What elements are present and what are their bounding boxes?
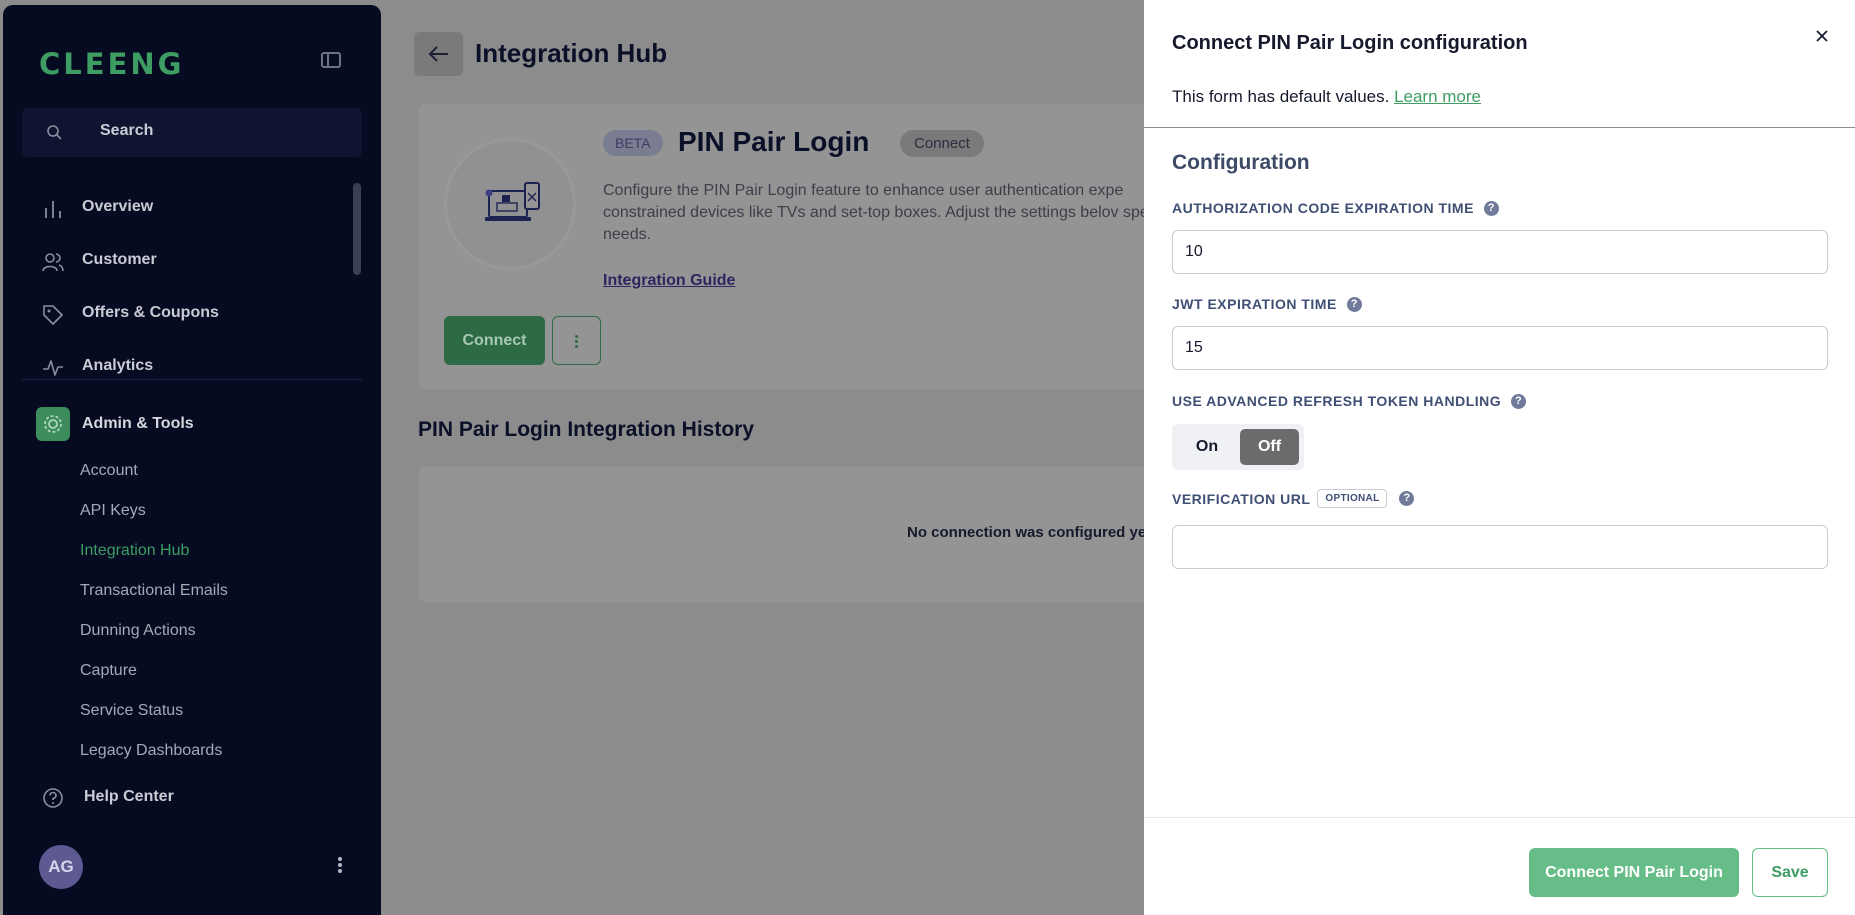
history-empty-message: No connection was configured ye <box>907 524 1147 541</box>
sidebar-subitem-integration-hub[interactable]: Integration Hub <box>80 542 189 560</box>
sidebar-item-label: Overview <box>82 198 154 215</box>
more-options-button[interactable] <box>552 316 601 365</box>
panel-subtitle-text: This form has default values. <box>1172 87 1390 106</box>
config-panel: Connect PIN Pair Login configuration Thi… <box>1144 0 1855 915</box>
sidebar-item-offers-coupons[interactable]: Offers & Coupons <box>22 292 362 336</box>
panel-footer: Connect PIN Pair Login Save <box>1144 817 1855 915</box>
history-title: PIN Pair Login Integration History <box>418 418 755 441</box>
sidebar-item-label: Analytics <box>82 357 154 374</box>
sidebar-subitem-api-keys[interactable]: API Keys <box>80 502 146 520</box>
sidebar-item-customer[interactable]: Customer <box>22 239 362 283</box>
auth-code-expiration-input[interactable] <box>1172 230 1828 274</box>
arrow-left-icon <box>428 46 448 62</box>
integration-logo <box>444 138 576 270</box>
sidebar-search[interactable]: Search <box>22 108 362 157</box>
sidebar: CLEENG Search Overview Customer Offers &… <box>3 5 381 915</box>
status-badge: Connect <box>900 130 984 157</box>
verification-url-input[interactable] <box>1172 525 1828 569</box>
sidebar-item-label: Offers & Coupons <box>82 304 219 321</box>
toggle-on-option[interactable]: On <box>1178 429 1236 465</box>
page-title: Integration Hub <box>475 38 668 68</box>
sidebar-item-admin-tools[interactable]: Admin & Tools <box>36 403 356 447</box>
tag-icon <box>43 305 63 325</box>
sidebar-subitem-service-status[interactable]: Service Status <box>80 702 183 720</box>
optional-tag: OPTIONAL <box>1317 489 1388 508</box>
auth-code-label: AUTHORIZATION CODE EXPIRATION TIME ? <box>1172 200 1499 216</box>
activity-icon <box>43 360 63 376</box>
sidebar-subitem-capture[interactable]: Capture <box>80 662 137 680</box>
refresh-token-toggle: On Off <box>1172 424 1304 470</box>
device-pairing-icon <box>485 182 540 221</box>
users-icon <box>42 253 64 272</box>
search-icon <box>47 125 62 140</box>
user-menu-kebab-icon[interactable] <box>336 855 344 879</box>
panel-title: Connect PIN Pair Login configuration <box>1172 32 1528 54</box>
verification-url-label: VERIFICATION URL OPTIONAL ? <box>1172 489 1415 508</box>
section-title: Configuration <box>1172 151 1310 174</box>
back-button[interactable] <box>414 32 463 76</box>
help-circle-icon <box>43 788 63 808</box>
sidebar-subitem-transactional-emails[interactable]: Transactional Emails <box>80 582 228 600</box>
help-icon[interactable]: ? <box>1346 296 1362 312</box>
sidebar-item-label: Customer <box>82 251 157 268</box>
sidebar-item-help-center[interactable]: Help Center <box>42 783 342 813</box>
help-icon[interactable]: ? <box>1399 491 1415 506</box>
sidebar-item-overview[interactable]: Overview <box>22 186 362 230</box>
cleeng-logo: CLEENG <box>39 47 185 81</box>
sidebar-subitem-legacy-dashboards[interactable]: Legacy Dashboards <box>80 742 222 760</box>
jwt-expiration-input[interactable] <box>1172 326 1828 370</box>
beta-badge: BETA <box>603 130 663 156</box>
toggle-off-option[interactable]: Off <box>1240 429 1299 465</box>
sidebar-item-analytics[interactable]: Analytics <box>22 345 362 389</box>
panel-subtitle: This form has default values. Learn more <box>1172 87 1481 107</box>
help-icon[interactable]: ? <box>1511 393 1527 409</box>
integration-name: PIN Pair Login <box>678 126 870 157</box>
search-label: Search <box>100 122 154 139</box>
sidebar-collapse-icon[interactable] <box>321 52 341 68</box>
save-button[interactable]: Save <box>1752 848 1828 897</box>
jwt-label: JWT EXPIRATION TIME ? <box>1172 296 1362 312</box>
help-icon[interactable]: ? <box>1483 200 1499 216</box>
user-avatar[interactable]: AG <box>39 845 83 889</box>
refresh-token-label: USE ADVANCED REFRESH TOKEN HANDLING ? <box>1172 393 1527 409</box>
connect-pin-pair-login-button[interactable]: Connect PIN Pair Login <box>1529 848 1739 897</box>
sidebar-item-label: Help Center <box>84 788 174 805</box>
gear-icon <box>44 415 62 433</box>
integration-description: Configure the PIN Pair Login feature to … <box>603 182 1177 243</box>
sidebar-divider <box>22 379 362 380</box>
sidebar-item-label: Admin & Tools <box>82 415 194 432</box>
bar-chart-icon <box>45 201 61 218</box>
close-icon[interactable] <box>1812 26 1832 46</box>
sidebar-subitem-account[interactable]: Account <box>80 462 138 480</box>
connect-button[interactable]: Connect <box>444 316 545 365</box>
integration-guide-link[interactable]: Integration Guide <box>603 272 735 290</box>
learn-more-link[interactable]: Learn more <box>1394 87 1481 106</box>
panel-header: Connect PIN Pair Login configuration Thi… <box>1144 0 1855 128</box>
sidebar-subitem-dunning-actions[interactable]: Dunning Actions <box>80 622 196 640</box>
